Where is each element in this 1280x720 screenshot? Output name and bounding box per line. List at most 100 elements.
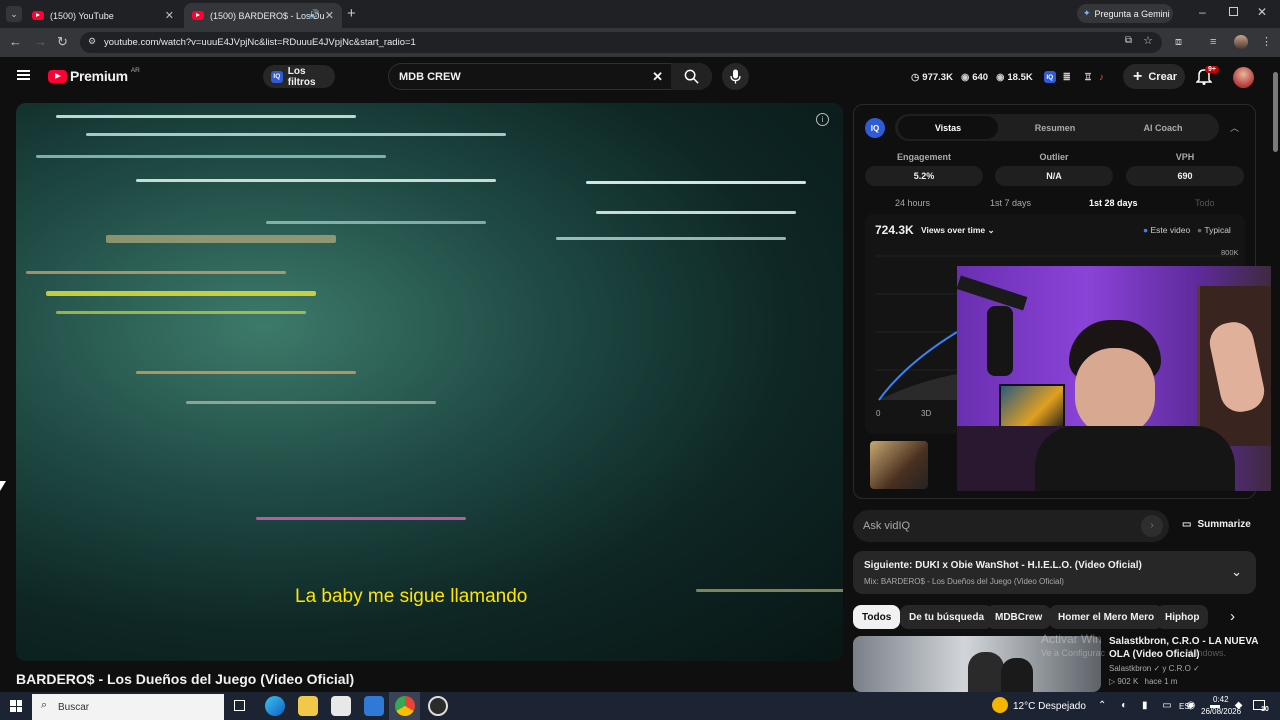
range-todo[interactable]: Todo	[1195, 198, 1215, 208]
summarize-button[interactable]: ▭ Summarize	[1182, 519, 1251, 530]
account-avatar[interactable]	[1233, 67, 1254, 88]
recommended-video-title-2[interactable]: OLA (Video Oficial)	[1109, 649, 1200, 660]
thumbnail-figure	[968, 652, 1004, 692]
chips-next-arrow-icon[interactable]: ›	[1230, 608, 1235, 625]
trophy-icon[interactable]: ♖	[1084, 72, 1093, 83]
clock-date[interactable]: 26/08/2026	[1201, 707, 1241, 716]
media-controls-icon[interactable]: ≡	[1210, 35, 1216, 49]
close-tab-icon[interactable]: ✕	[165, 9, 174, 22]
browser-tab-video[interactable]: (1500) BARDERO$ - Los Du 🔊 ✕	[184, 3, 342, 28]
address-bar[interactable]: ⚙ youtube.com/watch?v=uuuE4JVpjNc&list=R…	[80, 32, 1162, 53]
close-tab-icon[interactable]: ✕	[325, 9, 334, 22]
ask-vidiq-input[interactable]: Ask vidIQ ›	[853, 510, 1169, 542]
book-icon: ▭	[1182, 519, 1192, 530]
input-language[interactable]: ESP	[1179, 702, 1195, 711]
mail-icon[interactable]	[364, 696, 384, 716]
filters-button[interactable]: IQ Los filtros	[263, 65, 335, 88]
tab-vistas[interactable]: Vistas	[898, 116, 998, 139]
store-icon[interactable]	[331, 696, 351, 716]
play-small-icon: ▷	[1109, 677, 1116, 686]
browser-tab-youtube[interactable]: (1500) YouTube ✕	[24, 3, 182, 28]
video-title: BARDERO$ - Los Dueños del Juego (Video O…	[16, 671, 355, 687]
profile-avatar[interactable]	[1234, 35, 1248, 49]
new-tab-button[interactable]: +	[347, 5, 356, 22]
mouse-cursor-icon	[0, 481, 6, 491]
total-views: 724.3K	[875, 223, 914, 237]
tab-ai-coach[interactable]: AI Coach	[1113, 116, 1213, 139]
range-7-days[interactable]: 1st 7 days	[990, 198, 1031, 208]
chip-de-tu-busqueda[interactable]: De tu búsqueda	[900, 605, 994, 629]
list-icon[interactable]: ≣	[1063, 72, 1071, 83]
recommended-channel[interactable]: Salastkbron ✓ y C.R.O ✓	[1109, 664, 1200, 673]
x-axis-label-0: 0	[876, 409, 881, 418]
taskbar-search-placeholder: Buscar	[58, 701, 90, 713]
extensions-icon[interactable]: ⧈	[1175, 35, 1182, 49]
bell-alert-icon[interactable]: ♪	[1099, 72, 1104, 83]
light-streak	[586, 181, 806, 184]
edge-icon[interactable]	[265, 696, 285, 716]
view-count: 902 K	[1117, 677, 1139, 686]
chip-todos[interactable]: Todos	[853, 605, 901, 629]
chrome-menu-icon[interactable]: ⋮	[1261, 35, 1272, 49]
metric-engagement-value: 5.2%	[865, 166, 983, 186]
back-arrow-icon[interactable]: ←	[9, 35, 22, 49]
restore-window-icon[interactable]	[1229, 7, 1238, 16]
install-app-icon[interactable]: ⧉	[1125, 35, 1132, 46]
chrome-icon[interactable]	[395, 696, 415, 716]
recommended-video-title-1[interactable]: Salastkbron, C.R.O - LA NUEVA	[1109, 636, 1258, 647]
tab-search-button[interactable]: ⌄	[6, 6, 22, 22]
page-scrollbar[interactable]	[1271, 60, 1280, 692]
windows-start-icon[interactable]	[10, 700, 22, 712]
video-subtitle: La baby me sigue llamando	[295, 586, 528, 607]
gemini-label: Pregunta a Gemini	[1094, 8, 1170, 19]
light-streak	[56, 311, 306, 314]
search-input[interactable]: MDB CREW ✕	[388, 63, 712, 90]
search-button[interactable]	[671, 63, 712, 90]
minimize-window-icon[interactable]: –	[1199, 5, 1206, 19]
vidiq-channel-stats[interactable]: ◷ 977.3K ◉ 640 ◉ 18.5K IQ ≣ ♖ ♪	[911, 71, 1104, 83]
tab-title: (1500) YouTube	[50, 10, 114, 21]
bookmark-star-icon[interactable]: ☆	[1143, 34, 1153, 47]
chip-mdbcrew[interactable]: MDBCrew	[986, 605, 1052, 629]
reload-icon[interactable]: ↻	[57, 35, 68, 49]
scrollbar-thumb[interactable]	[1273, 72, 1278, 152]
taskbar-search-input[interactable]: ⌕ Buscar	[32, 694, 224, 720]
close-window-icon[interactable]: ✕	[1257, 5, 1267, 19]
create-button[interactable]: + Crear	[1123, 64, 1185, 89]
clock-time[interactable]: 0:42	[1213, 695, 1229, 704]
chip-hiphop[interactable]: Hiphop	[1156, 605, 1209, 629]
vidiq-icon[interactable]: IQ	[1043, 71, 1056, 83]
notifications-button[interactable]: 9+	[1195, 66, 1219, 87]
gemini-button[interactable]: ✦ Pregunta a Gemini	[1077, 4, 1173, 23]
video-info-icon[interactable]: i	[816, 113, 829, 126]
up-next-card[interactable]: Siguiente: DUKI x Obie WanShot - H.I.E.L…	[853, 551, 1256, 594]
hamburger-menu-icon[interactable]	[17, 70, 30, 80]
range-24-hours[interactable]: 24 hours	[895, 198, 930, 208]
task-view-icon[interactable]	[234, 700, 245, 711]
collapse-chevron-icon[interactable]: ︿	[1230, 121, 1239, 134]
forward-arrow-icon[interactable]: →	[34, 35, 47, 49]
metric-outlier-value: N/A	[995, 166, 1113, 186]
weather-text[interactable]: 12°C Despejado	[1013, 701, 1086, 712]
legend-typical: ● Typical	[1197, 225, 1231, 235]
range-28-days[interactable]: 1st 28 days	[1089, 198, 1138, 208]
send-arrow-icon[interactable]: ›	[1141, 515, 1163, 537]
obs-icon[interactable]	[428, 696, 448, 716]
clear-search-icon[interactable]: ✕	[652, 69, 663, 85]
verified-icon: ✓	[1153, 664, 1161, 673]
voice-search-button[interactable]	[722, 63, 749, 90]
youtube-logo[interactable]: Premium AR	[48, 67, 140, 84]
browser-tab-strip: ⌄ (1500) YouTube ✕ (1500) BARDERO$ - Los…	[0, 0, 1280, 28]
expand-chevron-icon[interactable]: ⌄	[1231, 564, 1242, 580]
stat-subs: 18.5K	[1007, 71, 1033, 83]
views-over-time-dropdown[interactable]: Views over time ⌄	[921, 225, 995, 236]
up-next-title: Siguiente: DUKI x Obie WanShot - H.I.E.L…	[864, 560, 1142, 571]
site-info-icon[interactable]: ⚙	[88, 36, 96, 47]
chip-homer[interactable]: Homer el Mero Mero	[1049, 605, 1164, 629]
video-player[interactable]: i	[16, 103, 843, 661]
video-thumbnail-small[interactable]	[870, 441, 928, 489]
tab-resumen[interactable]: Resumen	[1005, 116, 1105, 139]
streamer-webcam-overlay	[957, 266, 1280, 491]
file-explorer-icon[interactable]	[298, 696, 318, 716]
audio-playing-icon[interactable]: 🔊	[309, 9, 320, 20]
